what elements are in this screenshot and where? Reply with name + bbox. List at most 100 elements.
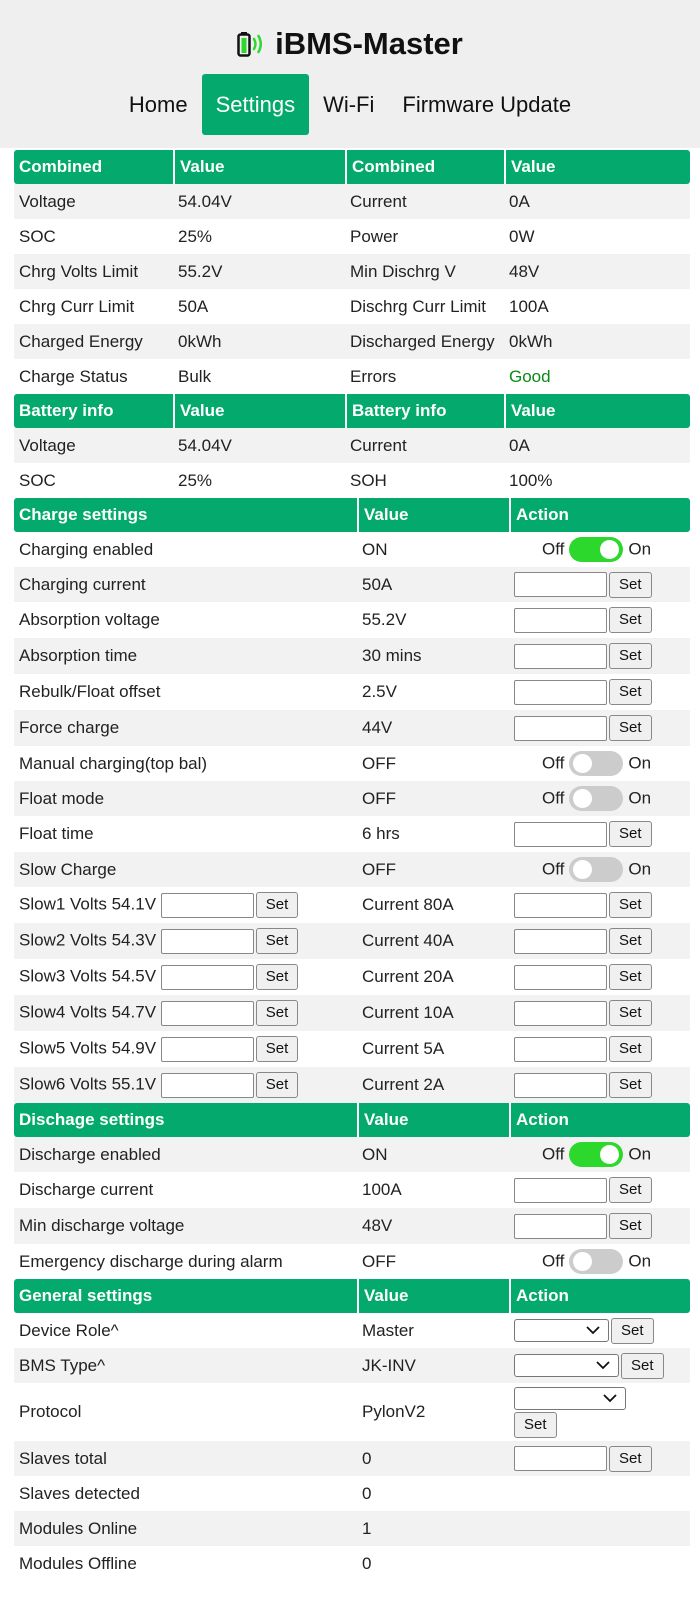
set-button[interactable]: Set	[255, 964, 299, 990]
set-button[interactable]: Set	[514, 1411, 557, 1438]
set-button[interactable]: Set	[255, 928, 299, 954]
set-button[interactable]: Set	[609, 1177, 652, 1203]
set-button[interactable]: Set	[609, 1445, 652, 1472]
set-button[interactable]: Set	[255, 1072, 299, 1098]
set-button[interactable]: Set	[609, 821, 652, 847]
column-header: Value	[357, 498, 509, 532]
set-button[interactable]: Set	[611, 1317, 654, 1344]
off-label: Off	[542, 753, 565, 773]
set-button[interactable]: Set	[609, 1213, 652, 1239]
set-button[interactable]: Set	[255, 892, 299, 918]
value-cell: 0A	[504, 428, 690, 463]
slow1-volts-input[interactable]	[160, 892, 254, 918]
rebulk-float-offset-input[interactable]	[514, 679, 607, 705]
column-header: Value	[357, 1279, 509, 1313]
set-button[interactable]: Set	[609, 607, 652, 633]
table-row: Emergency discharge during alarm OFF Off…	[14, 1244, 690, 1279]
set-button[interactable]: Set	[609, 643, 652, 669]
bms-type-select[interactable]	[514, 1354, 619, 1377]
set-button[interactable]: Set	[609, 892, 652, 918]
table-row: Float time 6 hrs Set	[14, 816, 690, 852]
float-mode-toggle[interactable]	[569, 786, 624, 811]
manual-charging-toggle[interactable]	[569, 751, 624, 776]
value-cell: 0W	[509, 226, 535, 246]
nav-settings[interactable]: Settings	[201, 74, 310, 135]
device-role-select[interactable]	[514, 1319, 609, 1342]
value-cell: 48V	[357, 1208, 509, 1244]
set-button[interactable]: Set	[609, 964, 652, 990]
charge-header-row: Charge settings Value Action	[14, 498, 690, 532]
action-cell: Off On	[509, 1137, 690, 1172]
slow-current-label: Current 2A	[357, 1067, 509, 1103]
discharge-current-input[interactable]	[514, 1177, 607, 1203]
table-row: Rebulk/Float offset 2.5V Set	[14, 674, 690, 710]
slow-current-label: Current 40A	[357, 923, 509, 959]
set-button[interactable]: Set	[609, 928, 652, 954]
slow1-current-input[interactable]	[514, 892, 607, 918]
slow3-volts-input[interactable]	[160, 964, 254, 990]
label-cell: Discharge enabled	[14, 1137, 357, 1172]
set-button[interactable]: Set	[609, 1072, 652, 1098]
nav-wifi[interactable]: Wi-Fi	[309, 74, 388, 135]
set-button[interactable]: Set	[255, 1036, 299, 1062]
charging-current-input[interactable]	[514, 572, 607, 597]
slow-current-label: Current 10A	[357, 995, 509, 1031]
action-cell: Set	[509, 1313, 690, 1348]
charging-enabled-toggle[interactable]	[569, 537, 624, 562]
set-button[interactable]: Set	[609, 571, 652, 598]
label-cell: Charged Energy	[14, 324, 173, 359]
set-button[interactable]: Set	[609, 1000, 652, 1026]
emergency-discharge-toggle[interactable]	[569, 1249, 624, 1274]
slow4-volts-input[interactable]	[160, 1000, 254, 1026]
slow-volts-label: Slow1 Volts 54.1V	[19, 894, 157, 914]
slow6-current-input[interactable]	[514, 1072, 607, 1098]
toggle-knob	[573, 754, 593, 773]
nav-firmware-update[interactable]: Firmware Update	[388, 74, 585, 135]
slow5-volts-input[interactable]	[160, 1036, 254, 1062]
label-cell: SOC	[19, 226, 56, 246]
on-label: On	[628, 1144, 652, 1164]
table-row: Min discharge voltage 48V Set	[14, 1208, 690, 1244]
min-discharge-voltage-input[interactable]	[514, 1213, 607, 1239]
table-row: Manual charging(top bal) OFF Off On	[14, 746, 690, 781]
table-row: Charge Status Bulk Errors Good	[14, 359, 690, 394]
charging-enabled-toggle-group: Off On	[542, 537, 651, 562]
table-row: Float mode OFF Off On	[14, 781, 690, 816]
label-cell: Protocol	[19, 1402, 82, 1421]
column-header: Battery info	[14, 394, 173, 428]
set-button[interactable]: Set	[621, 1352, 664, 1379]
set-button[interactable]: Set	[609, 679, 652, 705]
label-cell: Modules Offline	[19, 1553, 137, 1573]
off-label: Off	[542, 788, 565, 808]
slow-charge-toggle[interactable]	[569, 857, 624, 882]
label-cell: Absorption voltage	[19, 610, 160, 629]
table-row: Protocol PylonV2 Set	[14, 1383, 690, 1441]
set-button[interactable]: Set	[609, 1036, 652, 1062]
protocol-select[interactable]	[514, 1386, 626, 1410]
settings-table: Charge settings Value Action Charging en…	[14, 498, 690, 1581]
table-row: Discharge enabled ON Off On	[14, 1137, 690, 1172]
table-row: SOC 25% Power 0W	[14, 219, 690, 254]
nav-home[interactable]: Home	[115, 74, 202, 135]
absorption-time-input[interactable]	[514, 643, 607, 669]
action-cell: Set	[509, 959, 690, 995]
general-header-row: General settings Value Action	[14, 1279, 690, 1313]
discharge-enabled-toggle[interactable]	[569, 1142, 624, 1167]
force-charge-input[interactable]	[514, 715, 607, 741]
slow2-volts-input[interactable]	[160, 928, 254, 954]
action-cell: Off On	[509, 781, 690, 816]
slow3-current-input[interactable]	[514, 964, 607, 990]
slaves-total-input[interactable]	[514, 1446, 607, 1471]
column-header: Combined	[345, 150, 504, 184]
set-button[interactable]: Set	[609, 715, 652, 741]
absorption-voltage-input[interactable]	[514, 607, 607, 633]
slow2-current-input[interactable]	[514, 928, 607, 954]
value-cell: 25%	[178, 226, 213, 246]
slow5-current-input[interactable]	[514, 1036, 607, 1062]
table-row: Slaves detected 0	[14, 1476, 690, 1511]
label-cell: Modules Online	[14, 1511, 357, 1546]
slow6-volts-input[interactable]	[160, 1072, 254, 1098]
float-time-input[interactable]	[514, 821, 607, 847]
set-button[interactable]: Set	[255, 1000, 299, 1026]
slow4-current-input[interactable]	[514, 1000, 607, 1026]
